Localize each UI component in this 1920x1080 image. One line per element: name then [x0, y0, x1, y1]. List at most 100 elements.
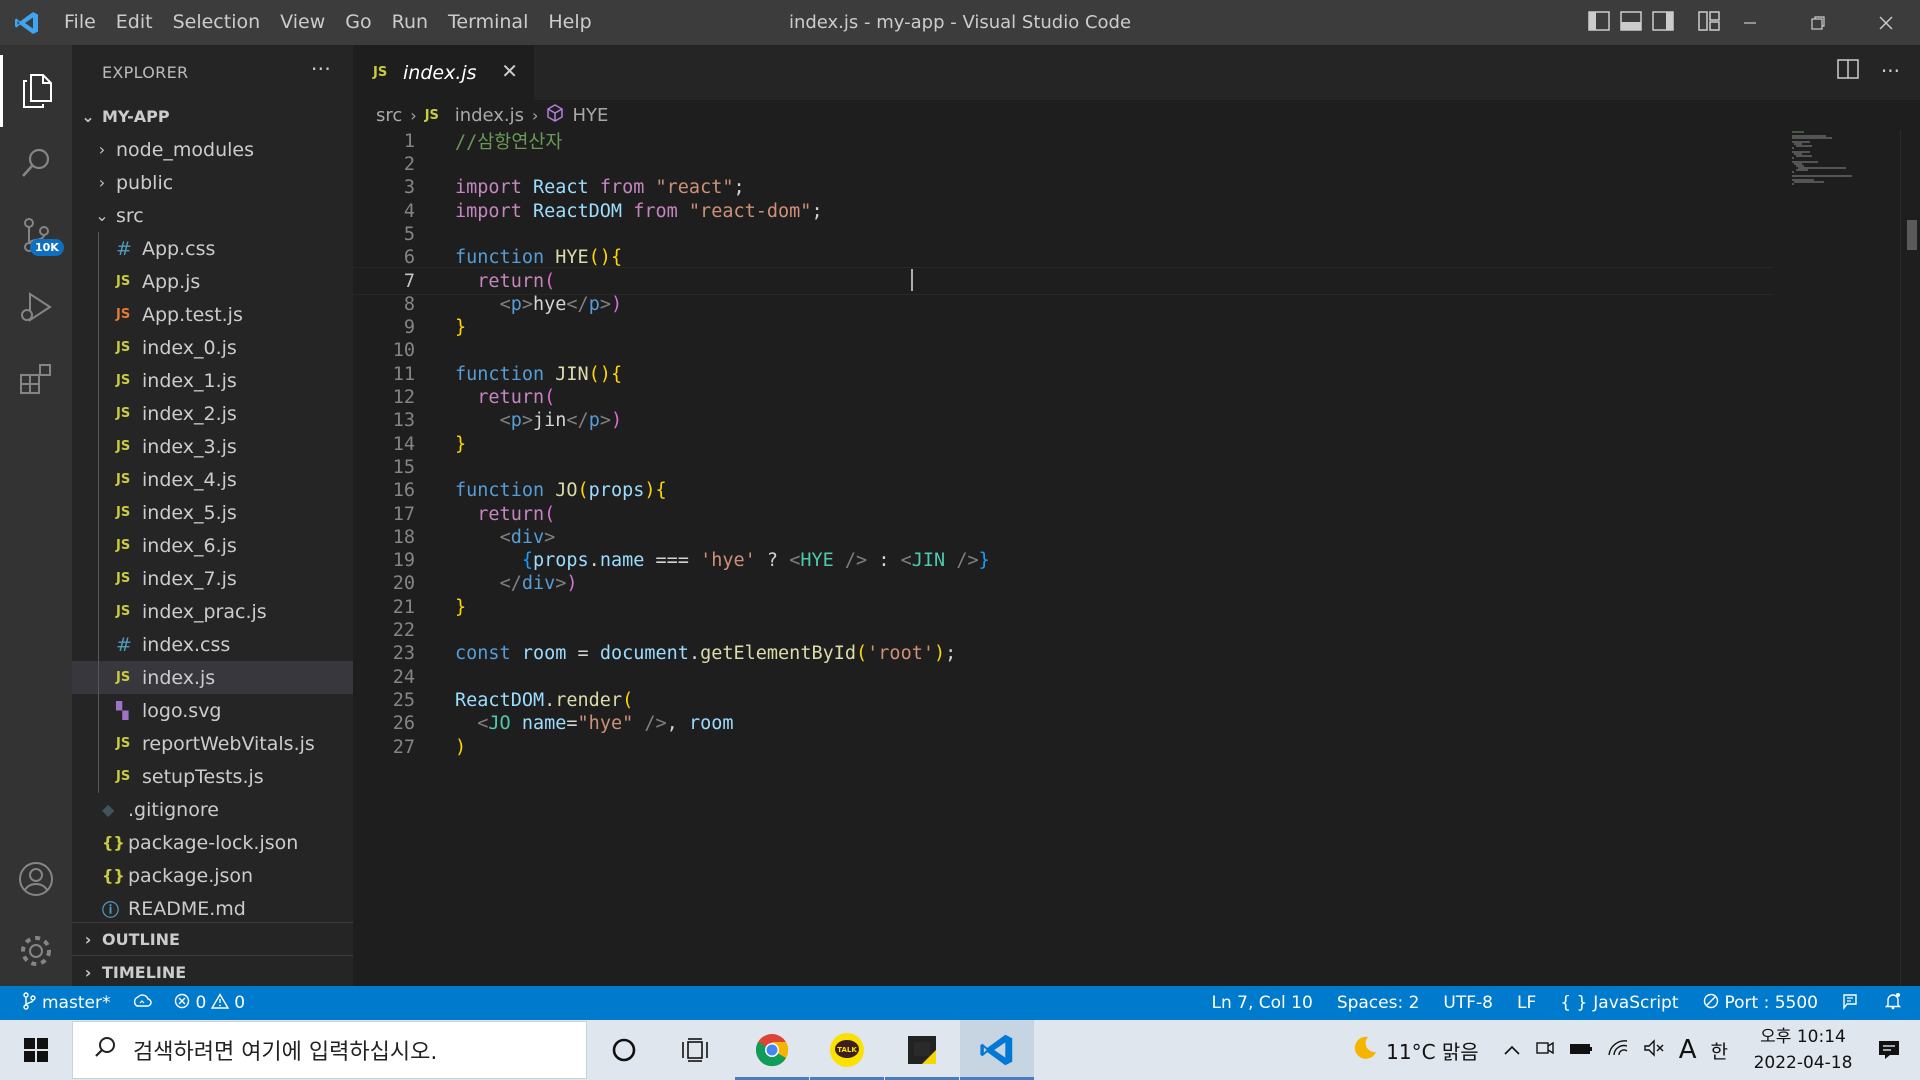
breadcrumb-folder[interactable]: src — [376, 105, 402, 126]
branch-status[interactable]: master* — [22, 991, 110, 1015]
file-item[interactable]: JS index_2.js — [72, 397, 353, 430]
file-item[interactable]: JS index_4.js — [72, 463, 353, 496]
end-of-line[interactable]: LF — [1517, 993, 1536, 1013]
restore-icon[interactable] — [1784, 0, 1852, 45]
file-item[interactable]: JS App.test.js — [72, 298, 353, 331]
folder-item[interactable]: › node_modules — [72, 133, 353, 166]
file-item[interactable]: JS index_prac.js — [72, 595, 353, 628]
menu-edit[interactable]: Edit — [106, 0, 163, 45]
battery-icon[interactable] — [1569, 1039, 1593, 1061]
meet-now-icon[interactable] — [1535, 1039, 1555, 1062]
windows-start-icon[interactable] — [0, 1020, 72, 1080]
task-view-icon[interactable] — [658, 1020, 732, 1080]
scrollbar-thumb[interactable] — [1907, 220, 1917, 250]
file-item[interactable]: JS index.js — [72, 661, 353, 694]
explorer-sidebar: EXPLORER ··· ⌄ MY-APP › node_modules › publ… — [72, 45, 353, 986]
chrome-icon[interactable] — [735, 1020, 809, 1080]
js-file-icon: JS — [116, 505, 131, 520]
ime-mode-a[interactable]: A — [1679, 1035, 1697, 1065]
file-item[interactable]: # index.css — [72, 628, 353, 661]
line-number: 20 — [392, 573, 415, 595]
more-actions-icon[interactable]: ··· — [311, 57, 331, 81]
code-editor[interactable]: 1//삼항연산자 2 3 import React from "react"; 4 imp… — [353, 130, 1920, 986]
menu-file[interactable]: File — [54, 0, 106, 45]
sync-icon[interactable] — [132, 993, 153, 1014]
file-item[interactable]: JS index_0.js — [72, 331, 353, 364]
tray-icons: A 한 — [1503, 1035, 1728, 1065]
toggle-secondary-sidebar-icon[interactable] — [1652, 10, 1674, 35]
file-item[interactable]: {} package.json — [72, 859, 353, 892]
split-editor-icon[interactable] — [1837, 59, 1859, 83]
cortana-icon[interactable] — [587, 1020, 661, 1080]
toggle-panel-icon[interactable] — [1620, 10, 1642, 35]
file-item[interactable]: ◆ .gitignore — [72, 793, 353, 826]
code-text: <p>jin</p>) — [455, 410, 623, 431]
file-item[interactable]: JS index_6.js — [72, 529, 353, 562]
language-mode[interactable]: { } JavaScript — [1560, 993, 1678, 1013]
vscode-taskbar-icon[interactable] — [960, 1020, 1034, 1080]
menu-go[interactable]: Go — [335, 0, 381, 45]
breadcrumb-symbol[interactable]: HYE — [572, 105, 608, 126]
warning-count: 0 — [234, 993, 246, 1013]
volume-muted-icon[interactable] — [1643, 1038, 1665, 1062]
minimize-icon[interactable] — [1716, 0, 1784, 45]
editor-more-actions-icon[interactable]: ··· — [1881, 59, 1900, 83]
menu-terminal[interactable]: Terminal — [438, 0, 538, 45]
line-number: 22 — [392, 620, 415, 642]
menu-run[interactable]: Run — [382, 0, 438, 45]
minimap[interactable] — [1790, 130, 1900, 190]
search-icon[interactable] — [0, 127, 72, 199]
action-center-icon[interactable] — [1858, 1039, 1920, 1061]
timeline-section[interactable]: › TIMELINE — [72, 955, 353, 988]
outline-section[interactable]: › OUTLINE — [72, 922, 353, 955]
file-item[interactable]: # App.css — [72, 232, 353, 265]
file-item[interactable]: JS App.js — [72, 265, 353, 298]
extensions-icon[interactable] — [0, 343, 72, 415]
live-server-port[interactable]: Port : 5500 — [1703, 993, 1819, 1014]
file-item[interactable]: JS index_3.js — [72, 430, 353, 463]
file-item[interactable]: {} package-lock.json — [72, 826, 353, 859]
explorer-icon[interactable] — [0, 55, 72, 127]
menu-selection[interactable]: Selection — [163, 0, 271, 45]
wifi-icon[interactable] — [1607, 1039, 1629, 1062]
kakaotalk-icon[interactable]: TALK — [810, 1020, 884, 1080]
close-tab-icon[interactable]: ✕ — [501, 59, 518, 83]
problems-status[interactable]: 0 0 — [174, 992, 246, 1014]
code-token: JIN — [911, 550, 946, 572]
ime-mode-hangul[interactable]: 한 — [1711, 1037, 1728, 1064]
file-item[interactable]: JS index_1.js — [72, 364, 353, 397]
taskbar-search-box[interactable]: 검색하려면 여기에 입력하십시오. — [72, 1021, 587, 1079]
taskbar-clock[interactable]: 오후 10:14 2022-04-18 — [1748, 1024, 1858, 1076]
folder-item[interactable]: ⌄ src — [72, 199, 353, 232]
file-item[interactable]: ⓘ README.md — [72, 892, 353, 925]
chevron-up-icon[interactable] — [1503, 1039, 1521, 1061]
code-token: function — [455, 247, 545, 269]
settings-gear-icon[interactable] — [0, 915, 72, 987]
encoding[interactable]: UTF-8 — [1443, 993, 1493, 1013]
workspace-root[interactable]: ⌄ MY-APP — [72, 100, 353, 133]
indentation[interactable]: Spaces: 2 — [1337, 993, 1420, 1013]
feedback-icon[interactable] — [1842, 992, 1860, 1015]
file-item[interactable]: ▚ logo.svg — [72, 694, 353, 727]
close-window-icon[interactable] — [1852, 0, 1920, 45]
toggle-sidebar-icon[interactable] — [1588, 10, 1610, 35]
menu-help[interactable]: Help — [538, 0, 601, 45]
file-item[interactable]: JS setupTests.js — [72, 760, 353, 793]
file-item[interactable]: JS index_5.js — [72, 496, 353, 529]
tab-index-js[interactable]: JS index.js ✕ — [353, 45, 534, 100]
weather-widget[interactable]: 11°C 맑음 — [1350, 1034, 1479, 1067]
menu-view[interactable]: View — [270, 0, 335, 45]
source-control-icon[interactable]: 10K — [0, 199, 72, 271]
run-debug-icon[interactable] — [0, 271, 72, 343]
folder-item[interactable]: › public — [72, 166, 353, 199]
braces-icon: { } — [1560, 993, 1588, 1013]
sticky-notes-icon[interactable] — [885, 1020, 959, 1080]
accounts-icon[interactable] — [0, 843, 72, 915]
vertical-scrollbar[interactable] — [1900, 130, 1920, 986]
port-label: Port : 5500 — [1724, 993, 1819, 1013]
notifications-bell-icon[interactable] — [1884, 992, 1902, 1015]
file-item[interactable]: JS reportWebVitals.js — [72, 727, 353, 760]
file-item[interactable]: JS index_7.js — [72, 562, 353, 595]
cursor-position[interactable]: Ln 7, Col 10 — [1212, 993, 1313, 1013]
breadcrumb-file[interactable]: index.js — [455, 105, 524, 126]
